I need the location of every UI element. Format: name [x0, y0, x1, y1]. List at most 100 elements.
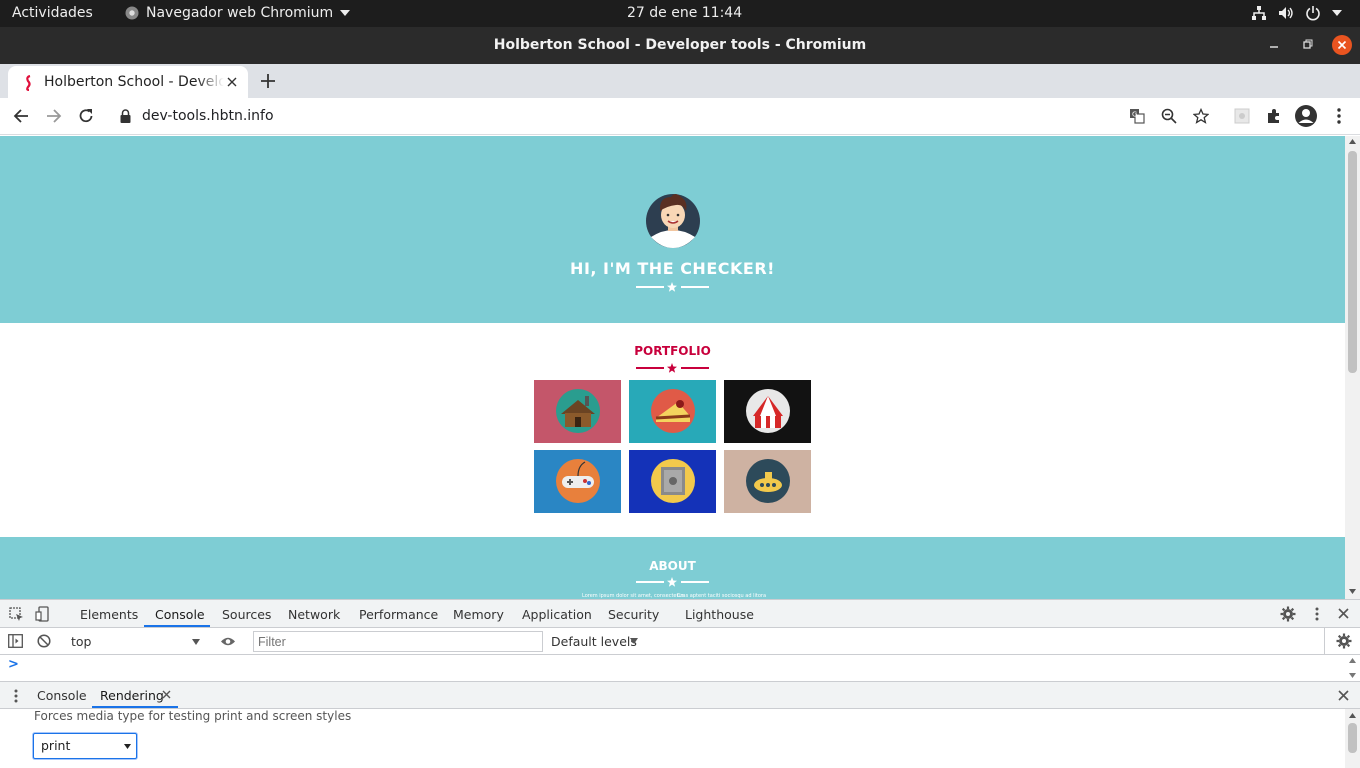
portfolio-tile-cabin[interactable] — [534, 380, 621, 443]
portfolio-tile-controller[interactable] — [534, 450, 621, 513]
scroll-up-icon[interactable] — [1349, 139, 1356, 144]
scroll-up-icon[interactable] — [1349, 713, 1356, 718]
star-icon — [667, 577, 677, 587]
close-drawer-icon[interactable] — [1337, 689, 1350, 702]
console-output[interactable]: > — [0, 655, 1360, 682]
drawer-scrollbar[interactable] — [1345, 709, 1360, 768]
page-scrollbar[interactable] — [1345, 136, 1360, 599]
divider-line — [636, 581, 664, 583]
submarine-icon — [745, 456, 791, 506]
devtools-tab-console[interactable]: Console — [155, 607, 205, 622]
chevron-down-icon — [1332, 10, 1342, 16]
zoom-icon[interactable] — [1161, 108, 1177, 124]
devtools-tab-network[interactable]: Network — [288, 607, 340, 622]
drawer-tab-console[interactable]: Console — [37, 688, 87, 703]
devtools-tab-bar: Elements Console Sources Network Perform… — [0, 599, 1360, 628]
devtools-tab-performance[interactable]: Performance — [359, 607, 438, 622]
hero-title: HI, I'M THE CHECKER! — [570, 259, 775, 278]
checker-avatar — [645, 187, 701, 249]
chevron-down-icon — [192, 639, 200, 645]
log-levels-label: Default levels — [551, 634, 637, 649]
cake-icon — [650, 386, 696, 436]
safe-icon — [650, 456, 696, 506]
context-selector-value: top — [71, 634, 92, 649]
devtools-menu-icon[interactable] — [1309, 606, 1325, 622]
rendering-panel: Forces media type for testing print and … — [0, 709, 1360, 768]
translate-icon[interactable]: G — [1129, 108, 1145, 124]
page-scrollbar-thumb[interactable] — [1348, 151, 1357, 373]
portfolio-tile-submarine[interactable] — [724, 450, 811, 513]
scroll-down-icon[interactable] — [1349, 673, 1356, 678]
clear-console-icon[interactable] — [37, 634, 51, 648]
address-bar[interactable]: dev-tools.hbtn.info G — [108, 101, 1220, 131]
chevron-down-icon — [124, 744, 131, 749]
portfolio-tile-safe[interactable] — [629, 450, 716, 513]
close-devtools-icon[interactable] — [1337, 607, 1350, 620]
close-window-button[interactable] — [1332, 35, 1352, 55]
svg-text:G: G — [1132, 111, 1137, 119]
game-controller-icon — [555, 456, 601, 506]
activities-button[interactable]: Actividades — [12, 5, 93, 21]
extension-icon[interactable] — [1233, 107, 1251, 125]
extensions-puzzle-icon[interactable] — [1265, 107, 1283, 125]
restore-button[interactable] — [1297, 35, 1317, 55]
about-section: ABOUT Lorem ipsum dolor sit amet, consec… — [0, 537, 1345, 599]
profile-avatar-icon[interactable] — [1294, 104, 1318, 128]
emulate-media-type-select[interactable]: print — [33, 733, 137, 759]
emulate-media-description: Forces media type for testing print and … — [34, 709, 352, 723]
new-tab-button[interactable] — [259, 68, 277, 90]
page-viewport: HI, I'M THE CHECKER! PORTFOLIO ABOUT Lor… — [0, 136, 1345, 599]
clock[interactable]: 27 de ene 11:44 — [627, 5, 742, 21]
devtools-tab-lighthouse[interactable]: Lighthouse — [685, 607, 754, 622]
portfolio-tile-cake[interactable] — [629, 380, 716, 443]
app-menu[interactable]: Navegador web Chromium — [125, 5, 351, 21]
circus-tent-icon — [745, 386, 791, 436]
devtools-tab-elements[interactable]: Elements — [80, 607, 138, 622]
context-selector[interactable]: top — [64, 632, 204, 652]
system-tray[interactable] — [1251, 5, 1342, 21]
drawer-tab-rendering[interactable]: Rendering — [100, 688, 164, 703]
scroll-down-icon[interactable] — [1349, 589, 1356, 594]
back-icon[interactable] — [12, 107, 30, 125]
devtools-tab-memory[interactable]: Memory — [453, 607, 504, 622]
url-text: dev-tools.hbtn.info — [142, 108, 274, 124]
drawer-tab-bar: Console Rendering — [0, 682, 1360, 709]
drawer-scrollbar-thumb[interactable] — [1348, 723, 1357, 753]
about-title: ABOUT — [649, 559, 696, 573]
console-settings-gear-icon[interactable] — [1336, 633, 1352, 649]
star-icon — [667, 282, 677, 292]
app-menu-label: Navegador web Chromium — [146, 5, 334, 21]
drawer-menu-icon[interactable] — [9, 688, 23, 704]
lock-icon[interactable] — [120, 109, 131, 123]
portfolio-title: PORTFOLIO — [634, 344, 711, 358]
volume-icon — [1278, 5, 1294, 21]
forward-icon[interactable] — [45, 107, 63, 125]
more-menu-icon[interactable] — [1330, 107, 1348, 125]
console-filter-input[interactable] — [253, 631, 543, 652]
devtools-tab-sources[interactable]: Sources — [222, 607, 271, 622]
device-toolbar-icon[interactable] — [35, 606, 50, 622]
sidebar-toggle-icon[interactable] — [8, 634, 23, 648]
close-tab-icon[interactable] — [226, 72, 238, 88]
emulate-media-type-value: print — [41, 738, 71, 753]
devtools-tab-security[interactable]: Security — [608, 607, 659, 622]
inspect-element-icon[interactable] — [9, 607, 24, 622]
scroll-up-icon[interactable] — [1349, 658, 1356, 663]
log-levels-dropdown[interactable]: Default levels — [551, 634, 637, 649]
os-top-bar: Actividades Navegador web Chromium 27 de… — [0, 0, 1360, 27]
browser-toolbar: dev-tools.hbtn.info G — [0, 98, 1360, 135]
browser-tab[interactable]: Holberton School - Developer tools — [8, 66, 248, 98]
settings-gear-icon[interactable] — [1280, 606, 1296, 622]
minimize-button[interactable] — [1264, 35, 1284, 55]
close-drawer-tab-icon[interactable] — [162, 690, 171, 699]
live-expression-eye-icon[interactable] — [220, 636, 236, 647]
portfolio-tile-circus[interactable] — [724, 380, 811, 443]
bookmark-star-icon[interactable] — [1193, 108, 1209, 124]
console-prompt[interactable]: > — [8, 657, 19, 672]
window-title: Holberton School - Developer tools - Chr… — [493, 37, 867, 53]
toolbar-divider — [1324, 628, 1325, 655]
devtools-tab-application[interactable]: Application — [522, 607, 592, 622]
reload-icon[interactable] — [77, 107, 95, 125]
divider-line — [681, 581, 709, 583]
active-drawer-tab-indicator — [92, 706, 178, 708]
